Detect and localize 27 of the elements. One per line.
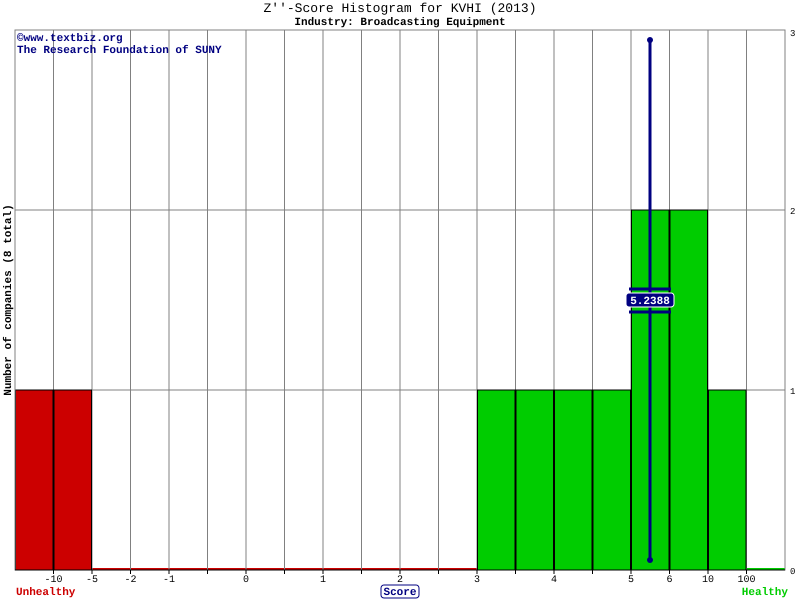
x-tick-label: -1: [163, 575, 175, 586]
healthy-label: Healthy: [742, 587, 788, 599]
x-tick-label: 100: [738, 575, 756, 586]
x-tick-label: 1: [320, 575, 326, 586]
x-axis-title: Score: [383, 587, 417, 599]
credit-text: ©www.textbiz.org: [17, 33, 123, 45]
x-axis-label: Score: [380, 584, 420, 599]
x-tick-label: -2: [124, 575, 136, 586]
x-tick-label: 5: [628, 575, 634, 586]
chart-title: Z''-Score Histogram for KVHI (2013): [263, 1, 537, 16]
x-tick-label: 3: [474, 575, 480, 586]
x-tick-label: 2: [397, 575, 403, 586]
credit-text: The Research Foundation of SUNY: [17, 45, 222, 57]
y-axis-label: Number of companies (8 total): [3, 204, 15, 396]
x-tick-label: -10: [44, 575, 62, 586]
x-tick-label: 4: [551, 575, 557, 586]
chart-subtitle: Industry: Broadcasting Equipment: [294, 17, 506, 29]
y-tick-label: 1: [790, 387, 796, 397]
y-tick-label: 3: [790, 29, 796, 39]
score-value-label: 5.2388: [626, 292, 674, 308]
x-tick-label: 0: [243, 575, 249, 586]
x-tick-label: 10: [702, 575, 714, 586]
unhealthy-label: Unhealthy: [16, 587, 76, 599]
x-tick-label: -5: [86, 575, 98, 586]
x-tick-label: 6: [666, 575, 672, 586]
y-tick-label: 0: [790, 567, 796, 577]
y-tick-label: 2: [790, 207, 796, 217]
